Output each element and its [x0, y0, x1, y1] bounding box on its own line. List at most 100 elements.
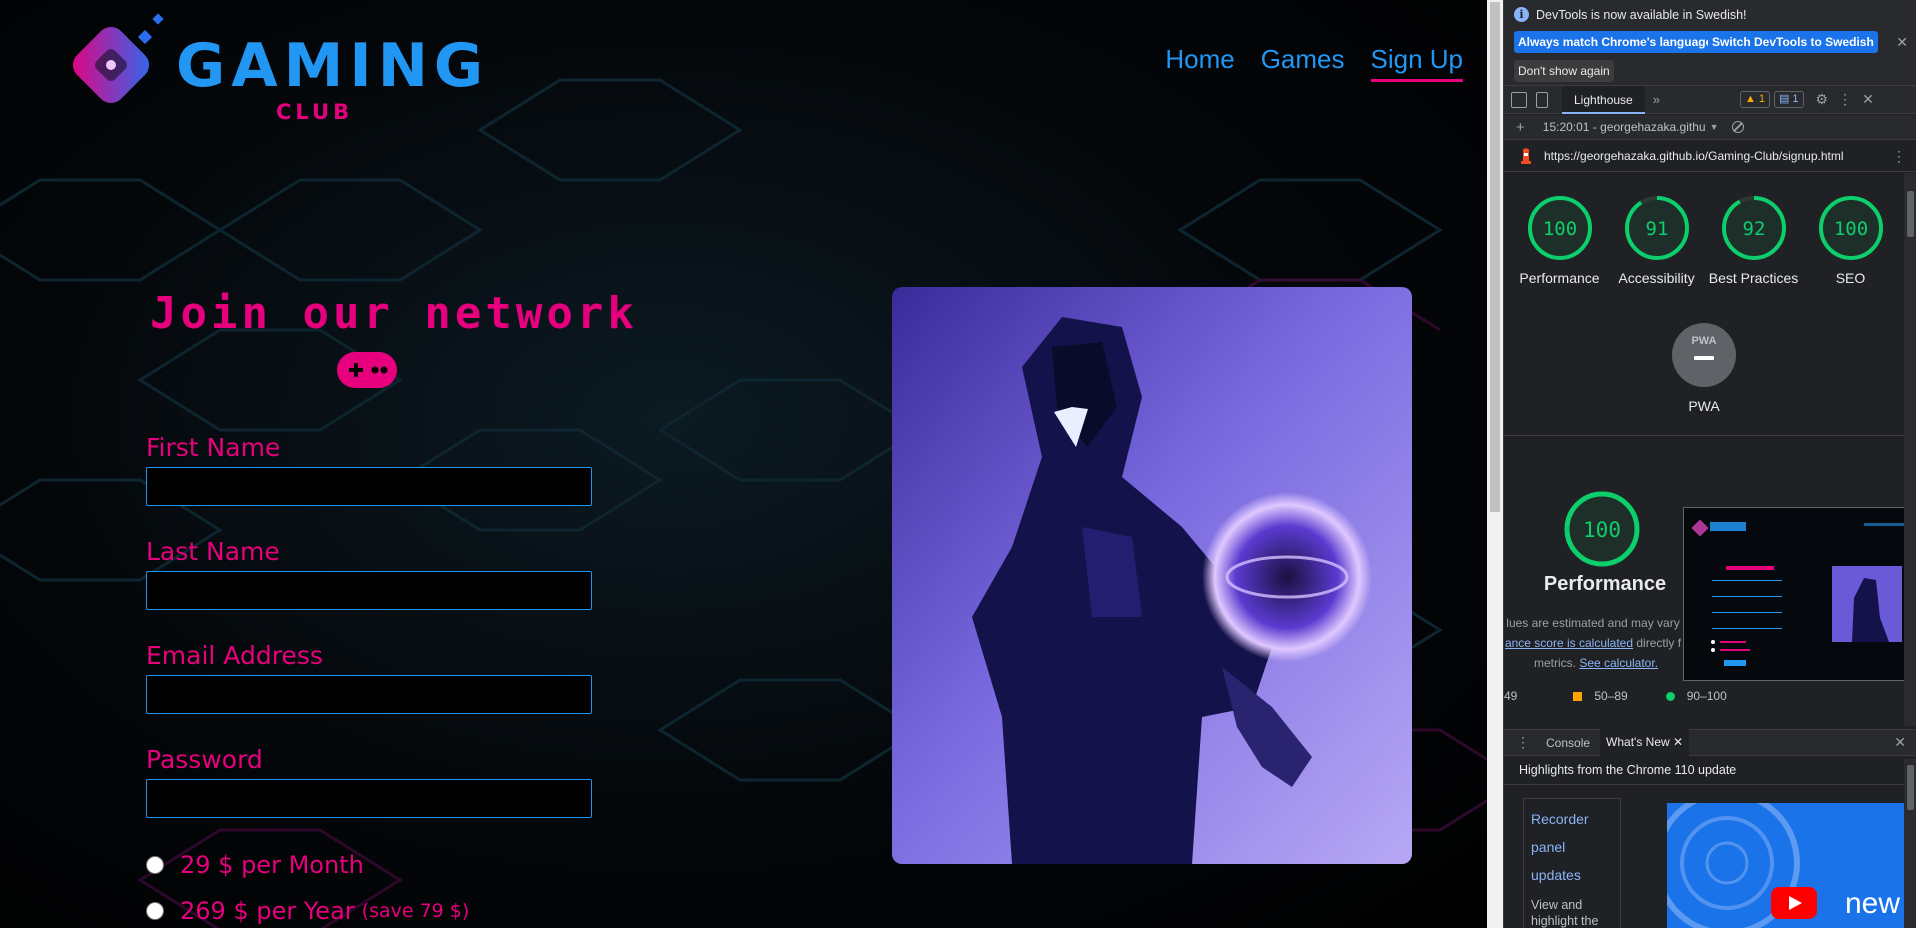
devtools-tabbar: Lighthouse » ▲ 1 ▤ 1 ⚙ ⋮ ✕ — [1504, 85, 1916, 114]
score-value: 100 — [1833, 218, 1867, 240]
report-scrollbar[interactable] — [1904, 173, 1916, 726]
score-value: 100 — [1542, 218, 1576, 240]
perf-note-metrics: metrics. — [1533, 656, 1576, 670]
dropdown-arrow-icon[interactable]: ▼ — [1710, 122, 1719, 132]
nav-home-link[interactable]: Home — [1165, 44, 1234, 82]
close-tab-icon[interactable]: ✕ — [1673, 735, 1683, 749]
score-label: Performance — [1519, 270, 1600, 286]
whats-new-video[interactable]: new — [1667, 803, 1904, 928]
nav-signup-link[interactable]: Sign Up — [1370, 44, 1463, 82]
report-url-bar: https://georgehazaka.github.io/Gaming-Cl… — [1504, 141, 1916, 172]
switch-language-button[interactable]: Switch DevTools to Swedish — [1708, 31, 1878, 53]
info-icon: i — [1514, 7, 1529, 22]
score-legend: 49 50–89 90–100 — [1504, 689, 1727, 703]
perf-note-line2-rest: directly f — [1633, 636, 1682, 650]
drawer-tabbar: ⋮ Console What's New ✕ ✕ — [1504, 729, 1916, 756]
close-devtools-icon[interactable]: ✕ — [1862, 91, 1874, 108]
see-calculator-link[interactable]: See calculator. — [1579, 656, 1658, 670]
more-tabs-icon[interactable]: » — [1653, 92, 1660, 107]
report-scrollbar-thumb[interactable] — [1907, 191, 1914, 237]
dont-show-again-button[interactable]: Don't show again — [1514, 60, 1614, 82]
tab-console[interactable]: Console — [1546, 736, 1590, 750]
legend-pass-range: 90–100 — [1686, 689, 1727, 703]
card-link-recorder[interactable]: Recorder — [1531, 805, 1613, 833]
legend-average-square-icon — [1573, 691, 1583, 701]
legend-fail-range: 49 — [1504, 689, 1518, 703]
whats-new-highlight: Highlights from the Chrome 110 update — [1519, 763, 1737, 777]
nav-games-link[interactable]: Games — [1261, 44, 1345, 82]
email-input[interactable] — [146, 675, 592, 714]
page-scrollbar-thumb[interactable] — [1490, 2, 1500, 512]
perf-note-line3: metrics. See calculator. — [1504, 656, 1691, 670]
score-gauge-best-practices[interactable]: 92 Best Practices — [1705, 193, 1802, 289]
match-language-button[interactable]: Always match Chrome's language — [1514, 31, 1717, 53]
close-drawer-icon[interactable]: ✕ — [1894, 734, 1906, 751]
logo-subtitle: CLUB — [276, 100, 354, 124]
password-label: Password — [146, 745, 263, 774]
pwa-dash-icon — [1694, 356, 1714, 360]
drawer-scrollbar[interactable] — [1904, 759, 1916, 928]
devtools-panel: i DevTools is now available in Swedish! … — [1503, 0, 1916, 928]
settings-gear-icon[interactable]: ⚙ — [1816, 91, 1829, 108]
pwa-label: PWA — [1688, 398, 1720, 414]
card-link-panel[interactable]: panel — [1531, 833, 1613, 861]
screenshot-preview — [1684, 508, 1904, 680]
tab-lighthouse[interactable]: Lighthouse — [1562, 85, 1645, 114]
score-label: SEO — [1835, 270, 1866, 286]
highlight-divider — [1504, 784, 1916, 785]
gamepad-logo-icon — [72, 13, 164, 104]
report-menu-icon[interactable]: ⋮ — [1892, 148, 1906, 165]
pwa-badge[interactable]: PWA — [1672, 323, 1736, 387]
last-name-input[interactable] — [146, 571, 592, 610]
score-gauge-ring: 92 — [1721, 196, 1786, 260]
report-url: https://georgehazaka.github.io/Gaming-Cl… — [1544, 149, 1844, 163]
plan-yearly-label: 269 $ per Year — [180, 897, 355, 925]
page-scrollbar[interactable] — [1487, 0, 1503, 928]
new-report-icon[interactable]: + — [1516, 119, 1525, 136]
score-calculated-link[interactable]: ance score is calculated — [1505, 636, 1633, 650]
plan-monthly-radio[interactable] — [146, 856, 164, 874]
messages-badge[interactable]: ▤ 1 — [1773, 91, 1804, 108]
performance-big-score: 100 — [1583, 518, 1621, 542]
section-divider — [1504, 435, 1904, 436]
plan-yearly-savings: (save 79 $) — [361, 900, 470, 922]
password-input[interactable] — [146, 779, 592, 818]
plan-yearly-radio[interactable] — [146, 902, 164, 920]
warning-icon: ▲ — [1744, 93, 1756, 105]
plan-monthly-option[interactable]: 29 $ per Month — [146, 851, 364, 879]
messages-count: 1 — [1792, 93, 1799, 105]
main-nav: Home Games Sign Up — [1165, 44, 1463, 82]
first-name-label: First Name — [146, 433, 281, 462]
card-link-updates[interactable]: updates — [1531, 861, 1613, 889]
message-icon: ▤ — [1778, 93, 1790, 105]
score-value: 92 — [1742, 218, 1765, 240]
score-label: Accessibility — [1618, 270, 1695, 286]
devtools-menu-icon[interactable]: ⋮ — [1838, 91, 1852, 108]
youtube-play-icon[interactable] — [1771, 887, 1817, 919]
tab-whats-new[interactable]: What's New ✕ — [1600, 729, 1690, 756]
lighthouse-logo-icon — [1521, 148, 1531, 164]
legend-average-range: 50–89 — [1594, 689, 1628, 703]
lighthouse-toolbar: + 15:20:01 - georgehazaka.githu ▼ — [1504, 115, 1916, 140]
plan-yearly-option[interactable]: 269 $ per Year (save 79 $) — [146, 897, 469, 925]
score-gauge-accessibility[interactable]: 91 Accessibility — [1608, 193, 1705, 289]
whats-new-card[interactable]: Recorder panel updates View and highligh… — [1523, 798, 1621, 928]
warnings-badge[interactable]: ▲ 1 — [1739, 91, 1770, 108]
device-toolbar-icon[interactable] — [1536, 91, 1548, 108]
score-gauge-seo[interactable]: 100 SEO — [1802, 193, 1899, 289]
performance-title: Performance — [1543, 573, 1667, 595]
drawer-scrollbar-thumb[interactable] — [1907, 765, 1914, 810]
first-name-input[interactable] — [146, 467, 592, 506]
report-select[interactable]: 15:20:01 - georgehazaka.githu — [1543, 120, 1706, 134]
pwa-badge-text: PWA — [1691, 335, 1717, 347]
close-infobar-icon[interactable]: ✕ — [1896, 34, 1908, 51]
page-screenshot-thumbnail[interactable] — [1683, 507, 1904, 681]
score-gauge-performance[interactable]: 100 Performance — [1511, 193, 1608, 289]
warnings-count: 1 — [1758, 93, 1765, 105]
inspect-element-icon[interactable] — [1511, 91, 1527, 108]
gamepad-icon — [337, 352, 397, 388]
site-logo[interactable]: GAMING CLUB — [58, 6, 483, 124]
hero-image — [892, 287, 1412, 864]
drawer-menu-icon[interactable]: ⋮ — [1516, 734, 1530, 751]
clear-reports-icon[interactable] — [1732, 121, 1745, 133]
